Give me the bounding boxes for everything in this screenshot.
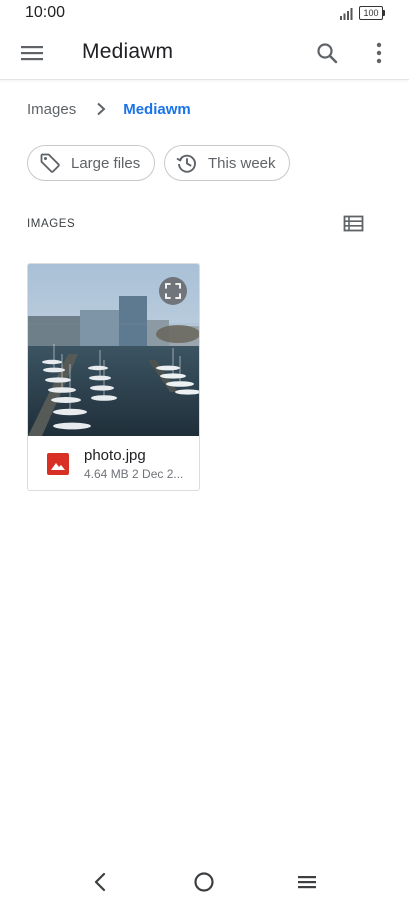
hamburger-menu-icon <box>21 46 43 61</box>
breadcrumb-images[interactable]: Images <box>27 101 76 118</box>
filter-chip-label: This week <box>208 154 276 172</box>
home-button[interactable] <box>192 870 216 894</box>
file-name: photo.jpg <box>84 447 146 464</box>
more-options-button[interactable] <box>362 36 396 70</box>
expand-button[interactable] <box>159 277 187 305</box>
back-icon <box>94 872 106 892</box>
history-icon <box>176 154 196 173</box>
file-meta: 4.64 MB 2 Dec 2... <box>84 467 184 481</box>
tag-icon <box>40 153 60 173</box>
breadcrumb: Images Mediawm <box>27 98 191 120</box>
menu-button[interactable] <box>14 36 50 70</box>
status-time: 10:00 <box>25 4 66 21</box>
more-vert-icon <box>376 42 382 64</box>
search-icon <box>317 43 338 64</box>
home-icon <box>194 872 214 892</box>
image-file-icon <box>47 453 69 475</box>
page-title: Mediawm <box>82 40 174 63</box>
filter-chip-large-files[interactable]: Large files <box>27 145 155 181</box>
signal-icon <box>340 8 353 20</box>
view-toggle-button[interactable] <box>341 213 367 235</box>
recents-button[interactable] <box>295 870 319 894</box>
filter-chip-label: Large files <box>71 154 141 172</box>
list-view-icon <box>343 215 364 232</box>
breadcrumb-current[interactable]: Mediawm <box>123 101 191 118</box>
search-button[interactable] <box>309 36 345 70</box>
file-card[interactable]: photo.jpg 4.64 MB 2 Dec 2... <box>27 263 200 491</box>
back-button[interactable] <box>89 870 113 894</box>
status-bar: 10:00 100 <box>0 0 409 26</box>
filter-chip-this-week[interactable]: This week <box>164 145 290 181</box>
expand-icon <box>165 283 181 299</box>
battery-level: 100 <box>363 8 379 18</box>
battery-icon: 100 <box>359 6 385 20</box>
app-bar: Mediawm <box>0 26 409 80</box>
section-label: IMAGES <box>27 218 76 230</box>
chevron-right-icon <box>97 102 106 116</box>
navigation-bar <box>0 856 409 910</box>
menu-icon <box>298 876 316 889</box>
